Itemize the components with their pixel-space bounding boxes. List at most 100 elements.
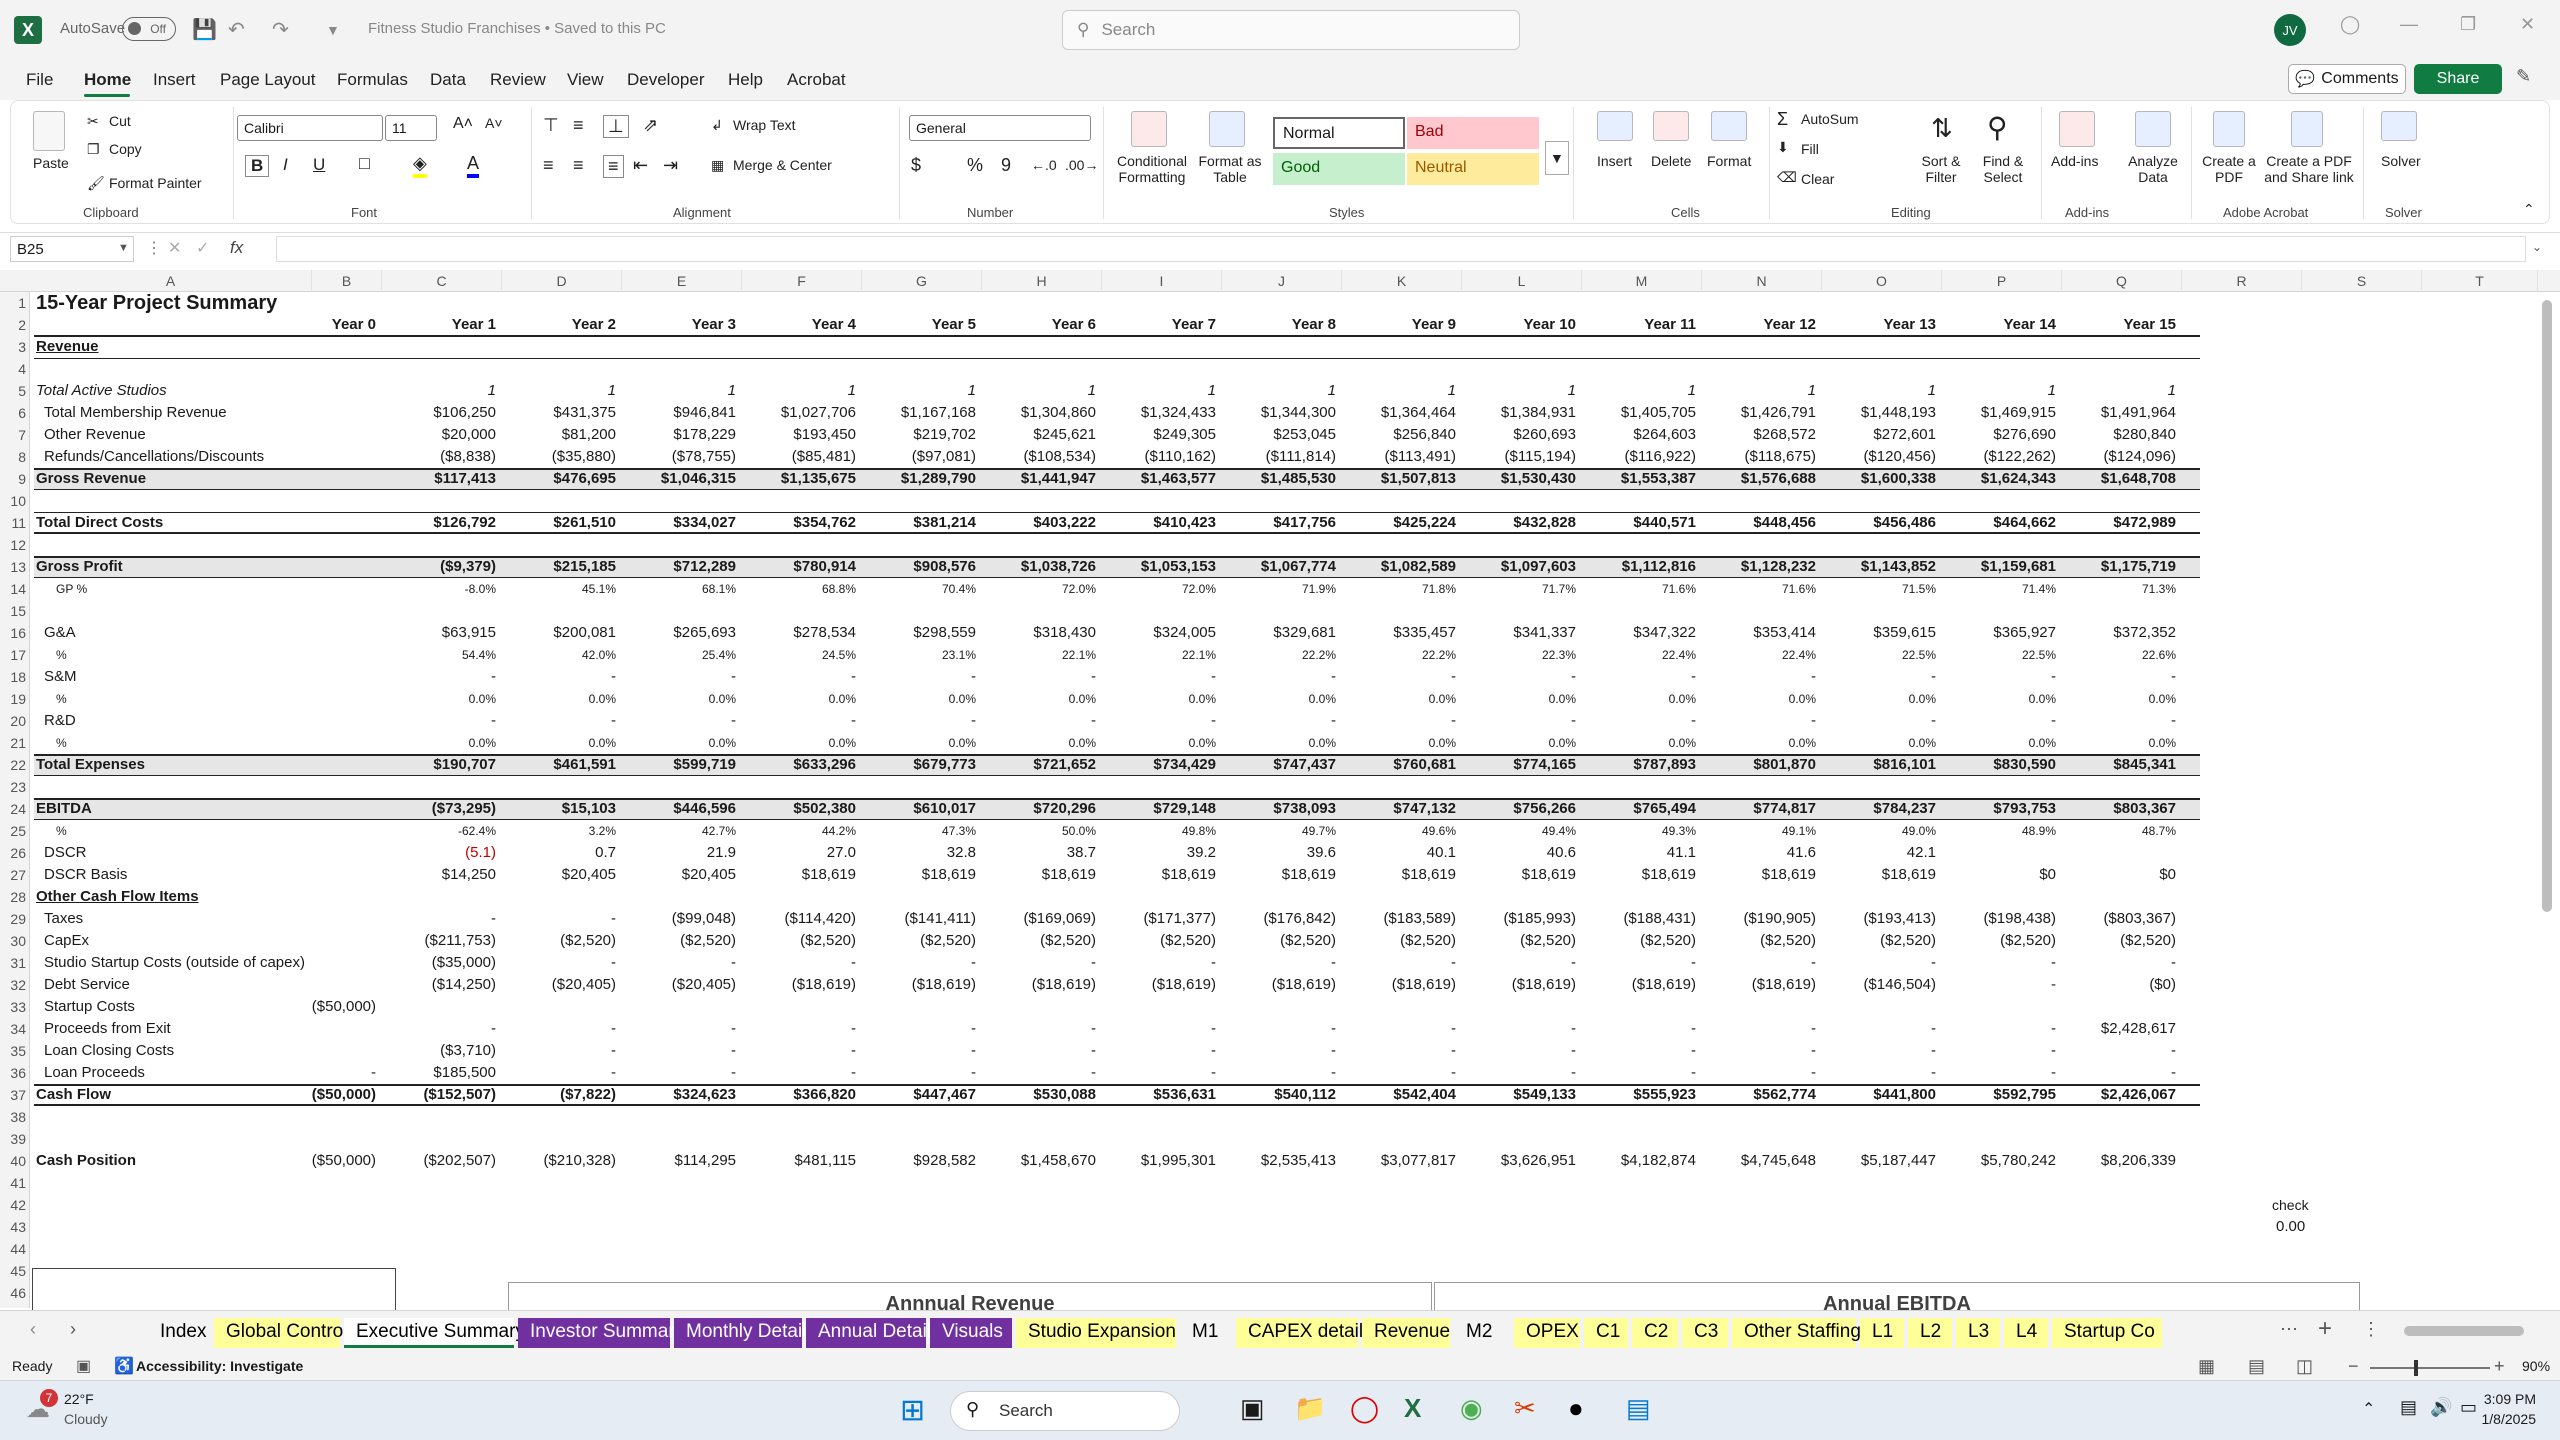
cell-value[interactable]: 0.0% <box>976 732 1096 754</box>
cell-value[interactable]: ($146,504) <box>1816 974 1936 996</box>
namebox-dropdown-icon[interactable]: ▼ <box>118 242 129 254</box>
cell-value[interactable]: - <box>376 666 496 688</box>
cell-value[interactable]: - <box>1816 952 1936 974</box>
cell-value[interactable]: 1 <box>1216 380 1336 402</box>
row-label[interactable]: Loan Closing Costs <box>44 1040 174 1062</box>
cell-value[interactable]: 49.4% <box>1456 820 1576 842</box>
cell-value[interactable]: $784,237 <box>1816 798 1936 820</box>
cell-value[interactable]: ($2,520) <box>1456 930 1576 952</box>
cell-value[interactable]: - <box>1576 1018 1696 1040</box>
cell-value[interactable]: $530,088 <box>976 1084 1096 1106</box>
clock-time[interactable]: 3:09 PM <box>2480 1391 2536 1407</box>
align-right-icon[interactable]: ≡ <box>603 155 624 178</box>
cell-value[interactable]: $1,304,860 <box>976 402 1096 424</box>
cell-value[interactable]: ($97,081) <box>856 446 976 468</box>
menu-page-layout[interactable]: Page Layout <box>220 70 315 90</box>
cell-value[interactable]: ($2,520) <box>1816 930 1936 952</box>
cell-value[interactable]: $1,553,387 <box>1576 468 1696 490</box>
opera-icon[interactable]: ◯ <box>1350 1393 1379 1424</box>
row-header[interactable]: 7 <box>0 424 28 446</box>
row-label[interactable]: Taxes <box>44 908 83 930</box>
cell-value[interactable]: - <box>496 1018 616 1040</box>
cell-value[interactable]: $265,693 <box>616 622 736 644</box>
cell-value[interactable]: $1,053,153 <box>1096 556 1216 578</box>
cell-value[interactable]: - <box>856 666 976 688</box>
sheet-tab[interactable]: Visuals <box>930 1318 1012 1348</box>
row-label[interactable]: Total Direct Costs <box>36 512 163 534</box>
cell-value[interactable]: 22.6% <box>2056 644 2176 666</box>
annual-ebitda-chart[interactable]: Annual EBITDA <box>1434 1282 2360 1315</box>
orientation-icon[interactable]: ⇗ <box>643 115 658 136</box>
create-pdf-button[interactable]: Create a PDF <box>2201 153 2257 185</box>
cell-value[interactable]: ($110,162) <box>1096 446 1216 468</box>
row-header[interactable]: 37 <box>0 1084 28 1106</box>
cell-value[interactable]: ($2,520) <box>976 930 1096 952</box>
cell-value[interactable]: 0.0% <box>1816 688 1936 710</box>
cell-value[interactable]: ($20,405) <box>616 974 736 996</box>
style-good[interactable]: Good <box>1273 153 1405 185</box>
column-header[interactable]: G <box>862 270 982 292</box>
cell-value[interactable]: 49.7% <box>1216 820 1336 842</box>
font-name-select[interactable]: Calibri <box>237 115 383 141</box>
autosum-button[interactable]: AutoSum <box>1801 111 1859 127</box>
sheet-tab[interactable]: Monthly Detail <box>674 1318 806 1348</box>
cell-value[interactable]: $738,093 <box>1216 798 1336 820</box>
row-header[interactable]: 30 <box>0 930 28 952</box>
row-label[interactable]: Gross Profit <box>36 556 123 578</box>
sheet-title[interactable]: 15-Year Project Summary <box>36 292 277 314</box>
align-left-icon[interactable]: ≡ <box>543 155 554 176</box>
row-label[interactable]: S&M <box>44 666 77 688</box>
redo-icon[interactable]: ↷ <box>272 17 289 42</box>
cell-value[interactable]: 41.1 <box>1576 842 1696 864</box>
collapse-ribbon-icon[interactable]: ⌃ <box>2523 201 2535 218</box>
cell-value[interactable]: - <box>2056 1062 2176 1084</box>
column-header[interactable]: H <box>982 270 1102 292</box>
cell-value[interactable]: - <box>1216 1018 1336 1040</box>
cell-value[interactable]: - <box>1816 666 1936 688</box>
insert-cells-button[interactable]: Insert <box>1597 153 1632 169</box>
cell-value[interactable]: 0.0% <box>496 688 616 710</box>
cell-value[interactable]: ($169,069) <box>976 908 1096 930</box>
cell-value[interactable]: ($18,619) <box>1096 974 1216 996</box>
cell-value[interactable]: - <box>736 1018 856 1040</box>
cell-value[interactable]: 1 <box>496 380 616 402</box>
cell-value[interactable]: - <box>376 710 496 732</box>
cell-value[interactable]: 22.5% <box>1816 644 1936 666</box>
cell-value[interactable]: - <box>2056 1040 2176 1062</box>
cell-value[interactable]: ($18,619) <box>1576 974 1696 996</box>
cancel-icon[interactable]: ✕ <box>168 238 181 258</box>
cell-value[interactable]: $1,324,433 <box>1096 402 1216 424</box>
cell-value[interactable]: ($202,507) <box>376 1150 496 1172</box>
cell-value[interactable]: - <box>1576 710 1696 732</box>
cell-value[interactable]: 21.9 <box>616 842 736 864</box>
cell-value[interactable]: ($3,710) <box>376 1040 496 1062</box>
cell-value[interactable]: - <box>1096 1040 1216 1062</box>
cell-value[interactable]: 0.0% <box>1936 688 2056 710</box>
align-middle-icon[interactable]: ≡ <box>573 115 584 136</box>
cell-value[interactable]: ($50,000) <box>256 1084 376 1106</box>
cell-value[interactable]: $1,530,430 <box>1456 468 1576 490</box>
cell-value[interactable]: 0.0% <box>976 688 1096 710</box>
cell-value[interactable]: ($7,822) <box>496 1084 616 1106</box>
tab-options-icon[interactable]: ⋮ <box>2362 1319 2380 1340</box>
row-label[interactable]: Startup Costs <box>44 996 135 1018</box>
cell-value[interactable]: ($2,520) <box>616 930 736 952</box>
cell-value[interactable]: 1 <box>1456 380 1576 402</box>
cell-value[interactable]: $4,182,874 <box>1576 1150 1696 1172</box>
row-header[interactable]: 24 <box>0 798 28 820</box>
decrease-font-icon[interactable]: A˅ <box>485 115 503 131</box>
cell-value[interactable]: $928,582 <box>856 1150 976 1172</box>
cell-value[interactable]: $8,206,339 <box>2056 1150 2176 1172</box>
cell-value[interactable]: $633,296 <box>736 754 856 776</box>
cell-value[interactable]: - <box>1096 710 1216 732</box>
sort-filter-icon[interactable]: ⇅ <box>1931 113 1953 144</box>
cell-value[interactable]: $476,695 <box>496 468 616 490</box>
cell-value[interactable]: $441,800 <box>1816 1084 1936 1106</box>
cell-value[interactable]: - <box>1936 1018 2056 1040</box>
delete-cells-button[interactable]: Delete <box>1651 153 1691 169</box>
cell-value[interactable]: $272,601 <box>1816 424 1936 446</box>
cell-value[interactable]: ($141,411) <box>856 908 976 930</box>
cell-value[interactable]: - <box>1696 1062 1816 1084</box>
cell-value[interactable]: 32.8 <box>856 842 976 864</box>
row-header[interactable]: 8 <box>0 446 28 468</box>
